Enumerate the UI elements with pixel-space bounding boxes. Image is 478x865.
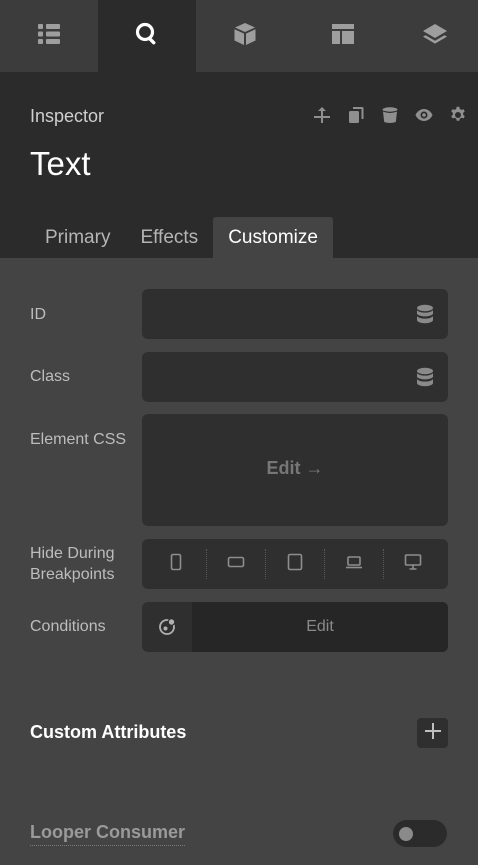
inspector-toolbar: [312, 105, 468, 125]
tab-inspector[interactable]: [98, 0, 196, 72]
breakpoint-lg-toggle[interactable]: [324, 539, 383, 589]
cube-icon: [232, 21, 258, 52]
hide-breakpoints-label: Hide During Breakpoints: [30, 543, 115, 585]
move-icon[interactable]: [312, 105, 332, 125]
class-field[interactable]: [142, 352, 448, 402]
eye-icon[interactable]: [414, 105, 434, 125]
looper-consumer-toggle[interactable]: [393, 820, 447, 847]
conditions-field: Edit: [142, 602, 448, 652]
laptop-icon: [345, 553, 363, 576]
inspector-header: Inspector Text Primary Effects Customize: [0, 72, 478, 258]
database-icon[interactable]: [416, 304, 434, 324]
element-css-field[interactable]: Edit →: [142, 414, 448, 526]
element-title: Text: [30, 145, 91, 182]
layers-icon: [422, 21, 448, 52]
element-css-edit-button[interactable]: Edit →: [142, 458, 448, 479]
toggle-knob: [399, 827, 413, 841]
conditions-icon[interactable]: [142, 602, 192, 652]
inspector-label: Inspector: [30, 106, 105, 126]
list-icon: [36, 21, 62, 52]
tab-components[interactable]: [196, 0, 294, 72]
tab-primary[interactable]: Primary: [30, 217, 125, 258]
hide-breakpoints-label-line2: Breakpoints: [30, 566, 115, 583]
breakpoint-xs-toggle[interactable]: [146, 539, 205, 589]
phone-portrait-icon: [167, 553, 185, 576]
tab-elements[interactable]: [0, 0, 98, 72]
copy-icon[interactable]: [346, 105, 366, 125]
add-attribute-button[interactable]: [417, 718, 448, 748]
tab-layout[interactable]: [294, 0, 392, 72]
breakpoint-xl-toggle[interactable]: [383, 539, 442, 589]
conditions-edit-button[interactable]: Edit: [192, 602, 448, 652]
phone-landscape-icon: [227, 553, 245, 576]
tab-customize[interactable]: Customize: [213, 217, 333, 258]
trash-icon[interactable]: [380, 105, 400, 125]
desktop-icon: [404, 553, 422, 576]
plus-icon: [423, 721, 443, 746]
hide-breakpoints-label-line1: Hide During: [30, 545, 115, 562]
tab-layers[interactable]: [392, 0, 478, 72]
looper-consumer-title: Looper Consumer: [30, 822, 186, 846]
tab-effects[interactable]: Effects: [125, 217, 213, 258]
layout-icon: [330, 21, 356, 52]
breakpoint-md-toggle[interactable]: [265, 539, 324, 589]
breakpoints-group: [142, 539, 448, 589]
database-icon[interactable]: [416, 367, 434, 387]
search-icon: [134, 21, 160, 52]
custom-attributes-title: Custom Attributes: [30, 722, 187, 742]
breakpoint-sm-toggle[interactable]: [206, 539, 265, 589]
id-field[interactable]: [142, 289, 448, 339]
class-label: Class: [30, 368, 71, 385]
id-label: ID: [30, 306, 46, 323]
tablet-icon: [286, 553, 304, 576]
inspector-subtabs: Primary Effects Customize: [30, 217, 333, 258]
conditions-label: Conditions: [30, 618, 106, 635]
gear-icon[interactable]: [448, 105, 468, 125]
top-tab-bar: [0, 0, 478, 72]
element-css-label: Element CSS: [30, 431, 127, 448]
